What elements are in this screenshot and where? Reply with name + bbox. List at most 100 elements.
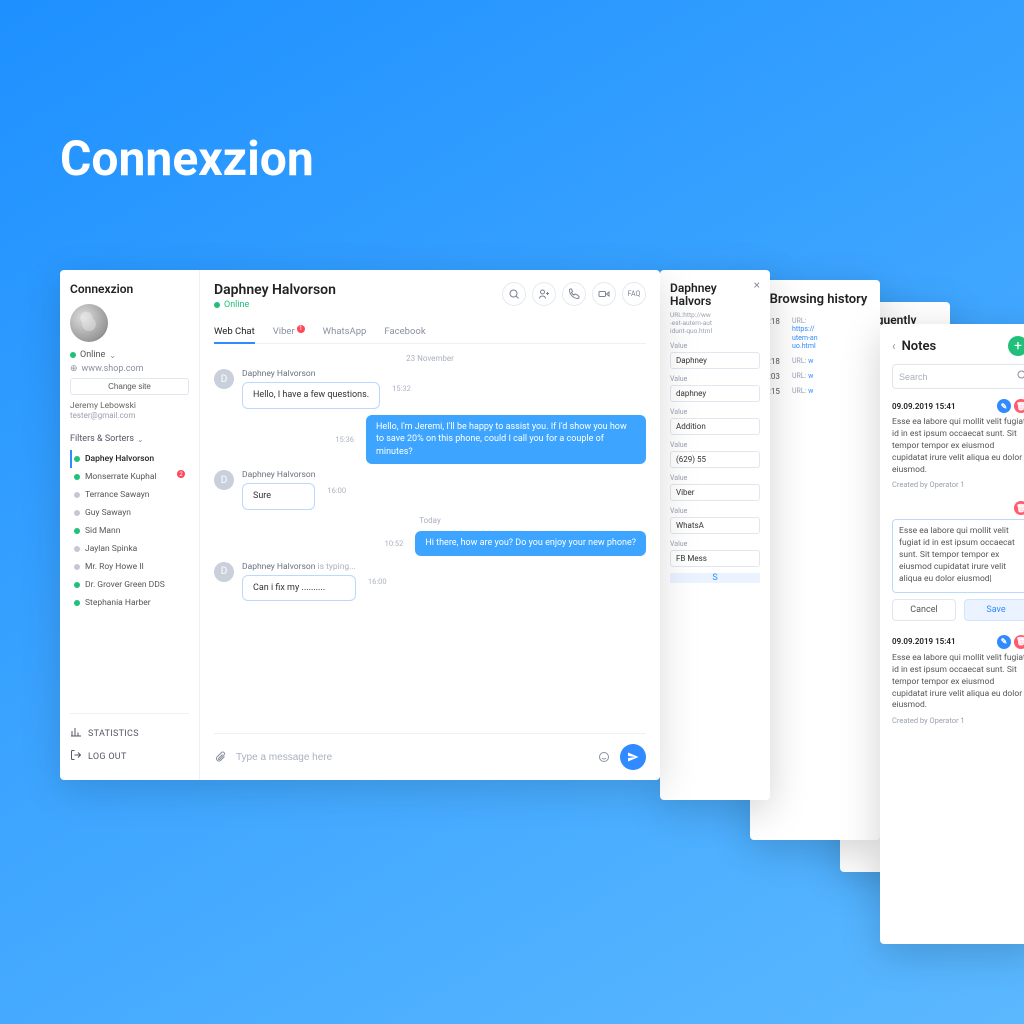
delete-note-icon[interactable]: 🗑 <box>1014 635 1024 649</box>
history-row[interactable]: 12:03URL: w <box>760 372 870 381</box>
tab-viber[interactable]: Viber1 <box>273 320 305 343</box>
profile-title: DaphneyHalvors <box>670 282 760 308</box>
send-button[interactable] <box>620 744 646 770</box>
tab-facebook[interactable]: Facebook <box>384 320 425 343</box>
save-button[interactable]: S <box>670 573 760 583</box>
message-bubble: Hello, I have a few questions. <box>242 382 380 409</box>
back-icon[interactable]: ‹ <box>892 339 896 353</box>
save-button[interactable]: Save <box>964 599 1024 621</box>
date-separator: Today <box>214 516 646 525</box>
contact-item[interactable]: Terrance Sawayn <box>70 486 189 504</box>
status-dot-icon <box>74 582 80 588</box>
compose-input[interactable] <box>236 752 588 763</box>
emoji-icon[interactable] <box>598 748 610 767</box>
search-input[interactable] <box>899 372 1016 382</box>
tab-webchat[interactable]: Web Chat <box>214 320 255 343</box>
field-label: Value <box>670 441 760 449</box>
logout-icon <box>70 749 82 764</box>
message-bubble: Hello, I'm Jeremi, I'll be happy to assi… <box>366 415 646 465</box>
field-input[interactable]: WhatsA <box>670 517 760 534</box>
search-field[interactable] <box>892 364 1024 389</box>
history-row[interactable]: 11:18URL:https:// utem-an uo.html <box>760 317 870 351</box>
logout-label: LOG OUT <box>88 752 127 762</box>
note-editor[interactable]: Esse ea labore qui mollit velit fugiat i… <box>892 519 1024 592</box>
contact-name: Stephania Harber <box>85 598 151 608</box>
filters-sorters-toggle[interactable]: Filters & Sorters ⌄ <box>70 434 189 444</box>
chat-actions: FAQ <box>502 282 646 306</box>
contact-item[interactable]: Monserrate Kuphal2 <box>70 468 189 486</box>
note-timestamp: 09.09.2019 15:41 <box>892 637 956 646</box>
attach-icon[interactable] <box>214 748 226 767</box>
hero-title: Connexzion <box>60 130 314 187</box>
delete-note-icon[interactable]: 🗑 <box>1014 501 1024 515</box>
status-dot-icon <box>74 546 80 552</box>
contact-name: Mr. Roy Howe II <box>85 562 144 572</box>
channel-tabs: Web Chat Viber1 WhatsApp Facebook <box>214 320 646 344</box>
filters-label: Filters & Sorters <box>70 434 134 444</box>
faq-button[interactable]: FAQ <box>622 282 646 306</box>
edit-note-icon[interactable]: ✎ <box>997 635 1011 649</box>
close-icon[interactable]: × <box>754 278 760 292</box>
field-input[interactable]: Viber <box>670 484 760 501</box>
contact-item[interactable]: Mr. Roy Howe II <box>70 558 189 576</box>
field-input[interactable]: (629) 55 <box>670 451 760 468</box>
message-time: 16:00 <box>368 577 387 586</box>
tab-whatsapp[interactable]: WhatsApp <box>323 320 367 343</box>
tab-label: Viber <box>273 326 295 337</box>
contact-list: Daphey Halvorson Monserrate Kuphal2 Terr… <box>70 450 189 612</box>
statistics-link[interactable]: STATISTICS <box>70 722 189 745</box>
panel-title: Notes <box>902 339 937 354</box>
edit-note-icon[interactable]: ✎ <box>997 399 1011 413</box>
compose-bar <box>214 733 646 770</box>
field-input[interactable]: Addition <box>670 418 760 435</box>
user-status[interactable]: Online ⌄ <box>70 350 189 360</box>
message-row: D Daphney Halvorson Hello, I have a few … <box>214 369 646 409</box>
add-user-button[interactable] <box>532 282 556 306</box>
contact-item[interactable]: Sid Mann <box>70 522 189 540</box>
cancel-button[interactable]: Cancel <box>892 599 956 621</box>
online-dot-icon <box>70 352 76 358</box>
history-row[interactable]: 11:18URL: w <box>760 357 870 366</box>
user-email: tester@gmail.com <box>70 411 189 420</box>
note-meta: 09.09.2019 15:41 ✎🗑 <box>892 635 1024 649</box>
chat-body[interactable]: 23 November D Daphney Halvorson Hello, I… <box>214 344 646 733</box>
sidebar-footer: STATISTICS LOG OUT <box>70 713 189 768</box>
contact-item[interactable]: Jaylan Spinka <box>70 540 189 558</box>
online-dot-icon <box>214 302 220 308</box>
chart-icon <box>70 726 82 741</box>
history-row[interactable]: 11:15URL: w <box>760 387 870 396</box>
status-label: Online <box>80 350 105 360</box>
contact-name: Monserrate Kuphal <box>85 472 157 482</box>
note-meta: 🗑 <box>892 501 1024 515</box>
contact-item[interactable]: Daphey Halvorson <box>70 450 189 468</box>
status-text: Online <box>224 300 249 310</box>
call-button[interactable] <box>562 282 586 306</box>
search-button[interactable] <box>502 282 526 306</box>
change-site-button[interactable]: Change site <box>70 378 189 395</box>
contact-name: Sid Mann <box>85 526 120 536</box>
message-avatar: D <box>214 562 234 582</box>
video-button[interactable] <box>592 282 616 306</box>
field-input[interactable]: daphney <box>670 385 760 402</box>
note-timestamp: 09.09.2019 15:41 <box>892 402 956 411</box>
message-avatar: D <box>214 470 234 490</box>
note-creator: Created by Operator 1 <box>892 716 1024 725</box>
user-avatar[interactable] <box>70 304 108 342</box>
statistics-label: STATISTICS <box>88 729 139 739</box>
search-icon <box>1016 369 1024 384</box>
note-meta: 09.09.2019 15:41 ✎🗑 <box>892 399 1024 413</box>
status-dot-icon <box>74 474 80 480</box>
brand-logo: Connexzion <box>70 282 189 296</box>
message-row: 15:36 Hello, I'm Jeremi, I'll be happy t… <box>214 415 646 465</box>
contact-item[interactable]: Dr. Grover Green DDS <box>70 576 189 594</box>
contact-item[interactable]: Stephania Harber <box>70 594 189 612</box>
add-note-button[interactable]: + <box>1008 336 1024 356</box>
logout-link[interactable]: LOG OUT <box>70 745 189 768</box>
field-input[interactable]: FB Mess <box>670 550 760 567</box>
contact-item[interactable]: Guy Sawayn <box>70 504 189 522</box>
delete-note-icon[interactable]: 🗑 <box>1014 399 1024 413</box>
field-input[interactable]: Daphney <box>670 352 760 369</box>
contact-status: Online <box>214 300 336 310</box>
chat-header: Daphney Halvorson Online FAQ <box>214 282 646 310</box>
chevron-down-icon: ⌄ <box>109 351 116 360</box>
